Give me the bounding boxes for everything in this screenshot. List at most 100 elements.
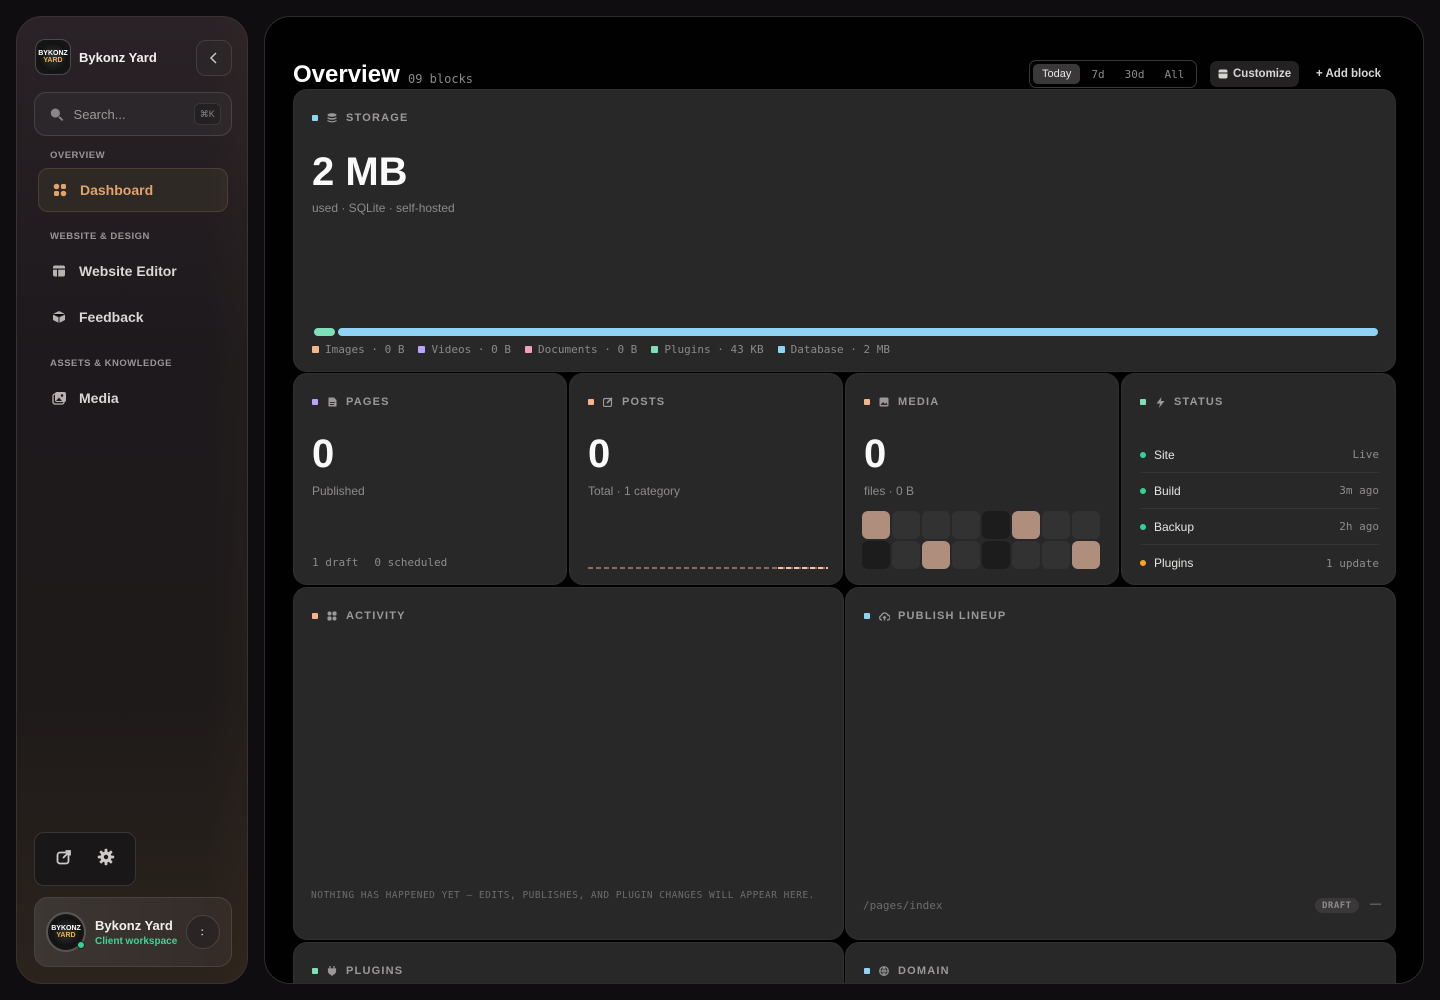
section-label-assets: ASSETS & KNOWLEDGE — [50, 358, 172, 369]
sidebar-item-dashboard[interactable]: Dashboard — [38, 168, 228, 212]
legend-item: Database · 2 MB — [777, 343, 890, 356]
pages-value: 0 — [312, 432, 335, 476]
activity-card: ACTIVITY NOTHING HAS HAPPENED YET — EDIT… — [293, 587, 844, 940]
layout-icon — [51, 263, 67, 279]
storage-color-dot — [312, 115, 318, 121]
user-card[interactable]: BYKONZ YARD Bykonz Yard Client workspace … — [34, 897, 232, 967]
collapse-sidebar-button[interactable] — [196, 40, 232, 76]
activity-icon — [326, 610, 338, 622]
status-row-backup: Backup 2h ago — [1140, 509, 1379, 545]
online-indicator — [77, 941, 85, 949]
dashboard-icon — [52, 182, 68, 198]
status-dot — [1140, 560, 1146, 566]
pages-title: PAGES — [346, 396, 390, 408]
plug-icon — [326, 965, 338, 977]
status-dot — [1140, 487, 1146, 494]
add-block-button[interactable]: + Add block — [1316, 61, 1381, 87]
storage-value: 2 MB — [312, 150, 408, 194]
add-block-label: + Add block — [1316, 68, 1382, 80]
legend-item: Documents · 0 B — [524, 343, 638, 356]
brand[interactable]: BYKONZ YARD Bykonz Yard — [35, 39, 157, 75]
storage-subtitle: used · SQLite · self-hosted — [312, 201, 455, 215]
sidebar-item-media[interactable]: Media — [38, 376, 228, 420]
publish-path[interactable]: /pages/index — [863, 899, 942, 912]
feedback-icon — [51, 309, 67, 325]
media-heatmap-tile — [1072, 511, 1100, 539]
brand-name: Bykonz Yard — [79, 49, 157, 65]
range-all[interactable]: All — [1155, 64, 1193, 84]
activity-title: ACTIVITY — [346, 610, 406, 622]
media-heatmap-tile — [1042, 511, 1070, 539]
usage-segment-plugins — [314, 328, 335, 336]
media-heatmap-tile — [862, 511, 890, 539]
external-link-icon[interactable] — [56, 849, 72, 870]
sidebar-item-feedback[interactable]: Feedback — [38, 295, 228, 339]
legend-label: Database · 2 MB — [790, 343, 890, 356]
media-heatmap-tile — [1012, 511, 1040, 539]
customize-button[interactable]: Customize — [1210, 61, 1300, 87]
posts-value: 0 — [588, 432, 611, 476]
avatar-text-bottom: YARD — [56, 932, 76, 939]
range-30d[interactable]: 30d — [1116, 64, 1154, 84]
media-heatmap-tile — [1072, 541, 1100, 569]
pages-subtitle: Published — [312, 484, 365, 498]
media-heatmap-tile — [892, 541, 920, 569]
gear-icon[interactable] — [97, 848, 115, 871]
status-label: Backup — [1154, 519, 1195, 534]
status-row-plugins: Plugins 1 update — [1140, 545, 1379, 581]
sidebar-item-label: Feedback — [79, 309, 144, 325]
domain-card: DOMAIN — [845, 942, 1396, 983]
status-value: Live — [1352, 448, 1380, 461]
media-heatmap-tile — [952, 541, 980, 569]
legend-label: Documents · 0 B — [537, 343, 638, 356]
status-title: STATUS — [1174, 396, 1224, 408]
status-label: Build — [1154, 483, 1181, 498]
status-label: Plugins — [1154, 556, 1194, 570]
media-subtitle: files · 0 B — [864, 484, 915, 498]
media-heatmap-tile — [922, 511, 950, 539]
section-label-website-design: WEBSITE & DESIGN — [50, 231, 150, 242]
main-panel: Overview 09 blocks Today 7d 30d All Cust… — [264, 16, 1424, 984]
media-heatmap-tile — [862, 541, 890, 569]
user-name: Bykonz Yard — [95, 917, 173, 933]
more-vertical-icon: ·· — [195, 927, 211, 937]
user-role: Client workspace — [95, 935, 178, 947]
media-heatmap-tile — [892, 511, 920, 539]
range-today[interactable]: Today — [1033, 64, 1081, 84]
status-dot — [1140, 523, 1146, 530]
media-color-dot — [864, 399, 870, 405]
search-input[interactable] — [73, 106, 184, 122]
publish-title: PUBLISH LINEUP — [898, 610, 1007, 622]
time-range-selector: Today 7d 30d All — [1029, 60, 1198, 88]
search-box[interactable]: ⌘K — [34, 92, 232, 136]
publish-dash: — — [1370, 898, 1381, 910]
media-title: MEDIA — [898, 396, 940, 408]
legend-item: Plugins · 43 KB — [651, 343, 764, 356]
pages-scheduled: 0 scheduled — [374, 556, 448, 569]
customize-icon — [1218, 69, 1228, 79]
domain-title: DOMAIN — [898, 965, 950, 977]
storage-usage-bar — [314, 328, 1378, 336]
plugins-card: PLUGINS — [293, 942, 844, 983]
status-card: STATUS Site Live Build 3m ago Backup 2h ago… — [1121, 373, 1396, 585]
media-card: MEDIA 0 files · 0 B — [845, 373, 1119, 585]
user-menu-button[interactable]: ·· — [186, 915, 220, 949]
media-heatmap-tile — [1042, 541, 1070, 569]
publish-color-dot — [864, 613, 870, 619]
media-icon — [51, 390, 67, 406]
sidebar-item-label: Media — [79, 390, 119, 406]
avatar-text-top: BYKONZ — [51, 925, 81, 932]
range-7d[interactable]: 7d — [1082, 64, 1113, 84]
storage-title: STORAGE — [346, 112, 409, 124]
legend-item: Videos · 0 B — [418, 343, 511, 356]
posts-color-dot — [588, 399, 594, 405]
status-value: 3m ago — [1339, 484, 1379, 497]
sidebar-item-website-editor[interactable]: Website Editor — [38, 249, 228, 293]
logo-text-top: BYKONZ — [38, 50, 68, 57]
usage-segment-database — [338, 328, 1378, 336]
page-title: Overview — [293, 61, 400, 88]
legend-label: Videos · 0 B — [431, 343, 511, 356]
sidebar-tools — [34, 832, 136, 886]
storage-card: STORAGE 2 MB used · SQLite · self-hosted… — [293, 89, 1396, 372]
status-value: 2h ago — [1339, 520, 1379, 533]
